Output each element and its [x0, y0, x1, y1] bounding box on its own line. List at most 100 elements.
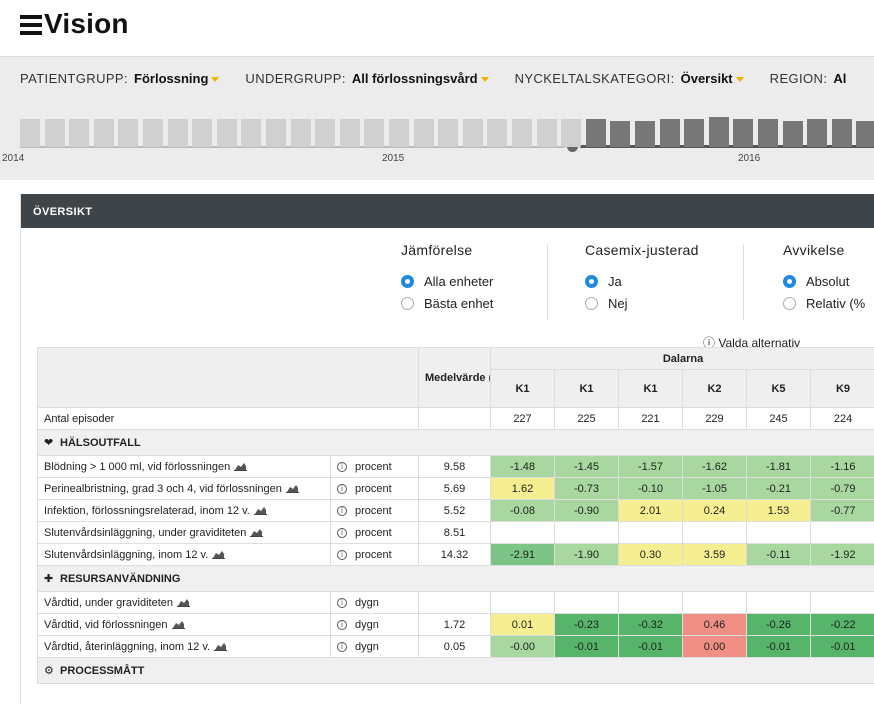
deviation-cell[interactable]: 2.01: [618, 499, 683, 522]
timeline-bar[interactable]: [708, 117, 729, 147]
timeline-bar[interactable]: [192, 119, 213, 147]
timeline-bar[interactable]: [512, 119, 532, 147]
deviation-cell[interactable]: -0.90: [554, 499, 619, 522]
timeline-bar[interactable]: [216, 119, 237, 147]
radio-option[interactable]: Ja: [585, 270, 699, 292]
unit-column-header[interactable]: K1: [618, 369, 683, 408]
indicator-name[interactable]: Vårdtid, under graviditeten: [44, 597, 173, 609]
timeline-bar[interactable]: [684, 119, 705, 147]
deviation-cell[interactable]: -1.45: [554, 455, 619, 478]
indicator-name[interactable]: Vårdtid, återinläggning, inom 12 v.: [44, 641, 210, 653]
timeline-bar[interactable]: [241, 119, 262, 147]
chevron-down-icon[interactable]: [480, 77, 489, 83]
indicator-name[interactable]: Slutenvårdsinläggning, under graviditete…: [44, 527, 246, 539]
deviation-cell[interactable]: 0.00: [682, 635, 747, 658]
deviation-cell[interactable]: [554, 521, 619, 544]
timeline-bar[interactable]: [69, 119, 90, 147]
timeline-bar[interactable]: [807, 119, 828, 147]
deviation-cell[interactable]: -0.11: [746, 543, 811, 566]
chart-icon[interactable]: [212, 550, 226, 560]
deviation-cell[interactable]: 0.46: [682, 613, 747, 636]
deviation-cell[interactable]: [746, 591, 811, 614]
timeline-bar[interactable]: [462, 119, 483, 147]
deviation-cell[interactable]: -0.79: [809, 477, 874, 500]
timeline-slider[interactable]: [20, 109, 874, 155]
timeline-bar[interactable]: [487, 119, 508, 147]
indicator-name[interactable]: Blödning > 1 000 ml, vid förlossningen: [44, 461, 230, 473]
info-icon[interactable]: i: [337, 527, 347, 538]
radio-option[interactable]: Nej: [585, 292, 699, 314]
deviation-cell[interactable]: 1.62: [490, 477, 555, 500]
timeline-bar[interactable]: [831, 119, 852, 147]
chart-icon[interactable]: [253, 506, 267, 516]
deviation-cell[interactable]: -2.91: [490, 543, 555, 566]
timeline-bar[interactable]: [364, 119, 385, 147]
deviation-cell[interactable]: -0.00: [490, 635, 555, 658]
deviation-cell[interactable]: -1.16: [809, 455, 874, 478]
info-icon[interactable]: i: [337, 483, 347, 494]
timeline-bar[interactable]: [44, 119, 65, 147]
radio-button[interactable]: [401, 274, 414, 288]
deviation-cell[interactable]: -1.05: [682, 477, 747, 500]
indicator-name[interactable]: Vårdtid, vid förlossningen: [44, 619, 168, 631]
deviation-cell[interactable]: -0.01: [554, 635, 619, 658]
deviation-cell[interactable]: -0.26: [746, 613, 811, 636]
timeline-bar[interactable]: [93, 119, 114, 147]
deviation-cell[interactable]: [490, 591, 555, 614]
timeline-bar[interactable]: [856, 121, 874, 147]
deviation-cell[interactable]: -1.62: [682, 455, 747, 478]
unit-column-header[interactable]: K5: [746, 369, 811, 408]
filter-dropdown[interactable]: Översikt: [681, 71, 733, 86]
timeline-bar[interactable]: [536, 119, 557, 147]
chart-icon[interactable]: [285, 484, 299, 494]
radio-option[interactable]: Alla enheter: [401, 270, 493, 292]
chart-icon[interactable]: [177, 598, 191, 608]
deviation-cell[interactable]: -0.08: [490, 499, 555, 522]
unit-column-header[interactable]: K2: [682, 369, 747, 408]
deviation-cell[interactable]: -0.23: [554, 613, 619, 636]
radio-option[interactable]: Relativ (%: [783, 292, 865, 314]
deviation-cell[interactable]: 1.53: [746, 499, 811, 522]
timeline-bar[interactable]: [438, 119, 459, 147]
info-icon[interactable]: i: [337, 597, 347, 608]
deviation-cell[interactable]: -0.01: [809, 635, 874, 658]
timeline-bar[interactable]: [339, 119, 360, 147]
timeline-bar[interactable]: [413, 119, 434, 147]
deviation-cell[interactable]: -0.10: [618, 477, 683, 500]
deviation-cell[interactable]: [618, 591, 683, 614]
radio-button[interactable]: [783, 296, 796, 310]
deviation-cell[interactable]: -0.73: [554, 477, 619, 500]
info-icon[interactable]: i: [337, 461, 347, 472]
unit-column-header[interactable]: K1: [554, 369, 619, 408]
timeline-bar[interactable]: [585, 119, 606, 147]
radio-option[interactable]: Absolut: [783, 270, 865, 292]
filter-dropdown[interactable]: Al: [833, 71, 846, 86]
chart-icon[interactable]: [250, 528, 264, 538]
timeline-bar[interactable]: [20, 119, 40, 147]
timeline-bar[interactable]: [610, 121, 631, 147]
deviation-cell[interactable]: 3.59: [682, 543, 747, 566]
timeline-bar[interactable]: [266, 119, 286, 147]
timeline-bar[interactable]: [635, 121, 655, 147]
deviation-cell[interactable]: -0.32: [618, 613, 683, 636]
deviation-cell[interactable]: -0.01: [618, 635, 683, 658]
radio-button[interactable]: [585, 296, 598, 310]
deviation-cell[interactable]: -1.81: [746, 455, 811, 478]
unit-column-header[interactable]: K9: [809, 369, 874, 408]
deviation-cell[interactable]: [809, 521, 874, 544]
info-icon[interactable]: i: [337, 549, 347, 560]
deviation-cell[interactable]: -0.77: [809, 499, 874, 522]
info-icon[interactable]: i: [337, 619, 347, 630]
chart-icon[interactable]: [171, 620, 185, 630]
deviation-cell[interactable]: [682, 591, 747, 614]
timeline-bar[interactable]: [733, 119, 754, 147]
deviation-cell[interactable]: 0.01: [490, 613, 555, 636]
deviation-cell[interactable]: [682, 521, 747, 544]
deviation-cell[interactable]: -0.01: [746, 635, 811, 658]
timeline-bar[interactable]: [143, 119, 163, 147]
deviation-cell[interactable]: -1.92: [809, 543, 874, 566]
timeline-bar[interactable]: [758, 119, 778, 147]
timeline-bar[interactable]: [315, 119, 336, 147]
radio-button[interactable]: [401, 296, 414, 310]
timeline-bar[interactable]: [659, 119, 680, 147]
